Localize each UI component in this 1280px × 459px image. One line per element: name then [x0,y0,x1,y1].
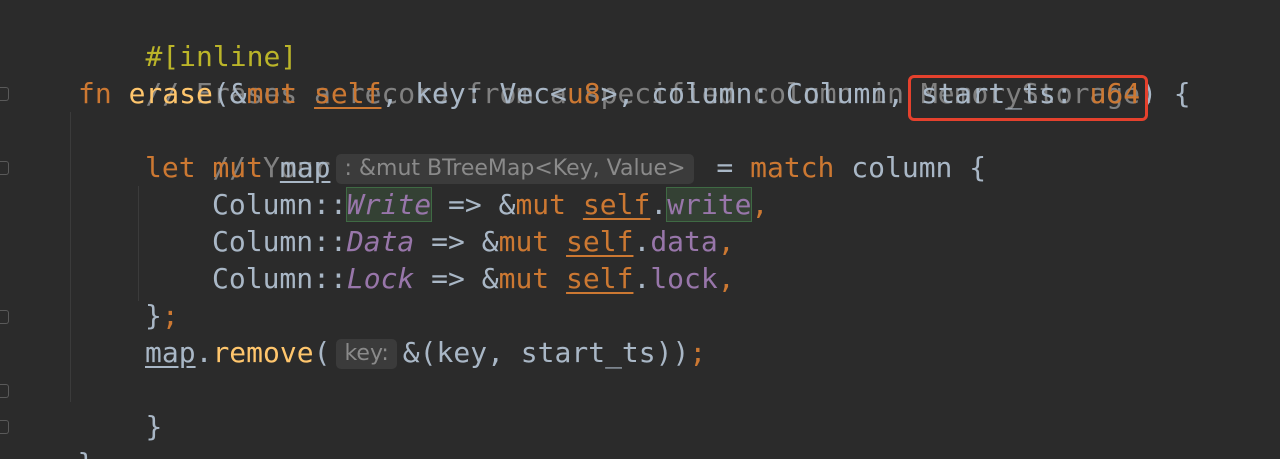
code-line-4: // Your code here. [145,112,515,184]
code-text: . [633,225,651,258]
enum-variant: Lock [346,262,415,295]
code-text: column { [834,151,987,184]
parameter-hint: key: [336,339,397,369]
keyword-mut: mut [515,188,567,221]
code-line-8: Column::Lock => &mut self.lock, [212,260,735,297]
semicolon: ; [689,336,707,369]
self-ref: self [566,225,634,258]
keyword-mut: mut [498,262,550,295]
semicolon: ; [161,299,179,332]
enum-path: Column:: [212,225,347,258]
gutter [0,0,14,459]
code-text: &(key, start_ts)) [402,336,690,369]
field-name: data [650,225,718,258]
closing-brace: } [145,410,163,443]
code-line-12: } [10,408,94,459]
highlight-annotation-box [908,75,1148,121]
self-ref: self [582,188,651,221]
code-line-6: Column::Write => &mut self.write, [212,186,768,223]
fold-marker-icon[interactable] [0,87,9,101]
code-text: => & [431,188,516,221]
code-text: >, column: Column, [600,77,921,110]
enum-variant: Data [346,225,415,258]
code-text: . [195,336,213,369]
type-hint: : &mut BTreeMap<Key, Value> [336,154,694,184]
function-name: erase [128,77,213,110]
keyword-fn: fn [78,77,112,110]
closing-brace: } [77,447,94,459]
code-text: . [633,262,651,295]
field-name: lock [650,262,718,295]
code-text: , key: Vec< [381,77,567,110]
method-remove: remove [212,336,314,369]
keyword-mut: mut [498,225,550,258]
fold-marker-icon[interactable] [0,420,9,434]
field-name: write [666,187,753,222]
code-text: = [699,151,751,184]
self-ref: self [566,262,634,295]
indent-guide [138,186,139,301]
comma: , [717,262,735,295]
keyword-mut: mut [212,151,264,184]
code-editor[interactable]: #[inline] // Erases a record from a spec… [0,0,1280,459]
code-line-9: }; [145,297,179,334]
code-line-5: let mut map: &mut BTreeMap<Key, Value> =… [145,149,986,186]
code-line-1: #[inline] [78,1,297,73]
variable-map: map [279,151,331,184]
code-line-2: // Erases a record from a specified colu… [78,38,1156,110]
code-text: . [650,188,668,221]
fold-marker-icon[interactable] [0,310,9,324]
code-line-10: map.remove(key: &(key, start_ts)); [145,334,706,371]
fold-marker-icon[interactable] [0,384,9,398]
keyword-mut: mut [246,77,298,110]
code-text: ( [313,336,331,369]
self-param: self [314,77,382,110]
enum-variant: Write [345,187,433,222]
fold-marker-icon[interactable] [0,161,9,175]
enum-path: Column:: [212,262,347,295]
code-text: (& [212,77,247,110]
closing-brace: } [145,299,162,332]
keyword-match: match [750,151,835,184]
keyword-let: let [145,151,196,184]
variable-map: map [145,336,196,369]
code-text: => & [414,225,499,258]
enum-path: Column:: [212,188,347,221]
indent-guide [70,112,71,402]
code-line-7: Column::Data => &mut self.data, [212,223,735,260]
code-line-11: } [78,371,162,443]
comma: , [717,225,735,258]
comma: , [751,188,769,221]
primitive-type: u8 [566,77,601,110]
code-text: => & [414,262,499,295]
